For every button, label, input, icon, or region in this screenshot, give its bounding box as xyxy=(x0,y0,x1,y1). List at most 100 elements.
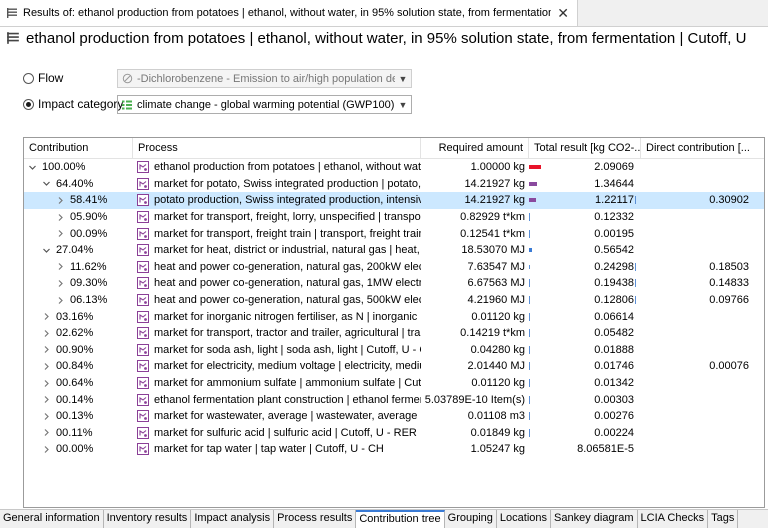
impact-radio-row[interactable]: Impact category xyxy=(23,94,123,114)
tab-inventory-results[interactable]: Inventory results xyxy=(104,510,192,528)
contribution-bar xyxy=(529,213,530,222)
process-cell: ethanol production from potatoes | ethan… xyxy=(133,161,421,174)
flow-label: Flow xyxy=(38,71,64,85)
contribution-cell: 05.90% xyxy=(24,211,133,223)
table-row[interactable]: 03.16% market for inorganic nitrogen fert… xyxy=(24,308,764,325)
header-process[interactable]: Process xyxy=(133,138,421,158)
total-result-cell: 0.00195 xyxy=(594,227,634,240)
chevron-right-icon[interactable] xyxy=(42,412,51,421)
chevron-right-icon[interactable] xyxy=(42,329,51,338)
tab-impact-analysis[interactable]: Impact analysis xyxy=(191,510,275,528)
chevron-right-icon[interactable] xyxy=(42,312,51,321)
table-row[interactable]: 00.13% market for wastewater, average | w… xyxy=(24,408,764,425)
tab-sankey-diagram[interactable]: Sankey diagram xyxy=(551,510,638,528)
table-row[interactable]: 00.84% market for electricity, medium vol… xyxy=(24,358,764,375)
process-cell: market for transport, tractor and traile… xyxy=(133,327,421,340)
process-icon xyxy=(137,310,149,323)
tab-grouping[interactable]: Grouping xyxy=(445,510,497,528)
process-cell: potato production, Swiss integrated prod… xyxy=(133,194,421,207)
impact-category-select[interactable]: climate change - global warming potentia… xyxy=(117,95,412,114)
total-result-cell: 0.00276 xyxy=(594,410,634,423)
tab-locations[interactable]: Locations xyxy=(497,510,552,528)
table-row[interactable]: 00.09% market for transport, freight trai… xyxy=(24,225,764,242)
chevron-down-icon[interactable] xyxy=(42,179,51,188)
chevron-down-icon[interactable] xyxy=(28,163,37,172)
process-icon xyxy=(137,227,149,240)
table-row[interactable]: 11.62% heat and power co-generation, natu… xyxy=(24,259,764,276)
contribution-cell: 58.41% xyxy=(24,194,133,206)
chevron-right-icon[interactable] xyxy=(42,379,51,388)
chevron-right-icon[interactable] xyxy=(56,213,65,222)
tab-contribution-tree[interactable]: Contribution tree xyxy=(356,510,445,528)
table-row[interactable]: 02.62% market for transport, tractor and … xyxy=(24,325,764,342)
table-row[interactable]: 00.90% market for soda ash, light | soda … xyxy=(24,342,764,359)
tab-tags[interactable]: Tags xyxy=(708,510,739,528)
contribution-cell: 03.16% xyxy=(24,311,133,323)
contribution-bar-cell xyxy=(529,248,543,253)
chevron-down-icon[interactable]: ▼ xyxy=(395,100,411,110)
chevron-down-icon[interactable] xyxy=(42,246,51,255)
table-row[interactable]: 58.41% potato production, Swiss integrate… xyxy=(24,192,764,209)
contribution-value: 58.41% xyxy=(70,194,108,207)
chevron-down-icon[interactable]: ▼ xyxy=(395,74,411,84)
chevron-right-icon[interactable] xyxy=(56,262,65,271)
contribution-value: 64.40% xyxy=(56,177,94,190)
header-total-result[interactable]: Total result [kg CO2-... xyxy=(529,138,641,158)
table-row[interactable]: 00.14% ethanol fermentation plant constru… xyxy=(24,391,764,408)
process-name: market for tap water | tap water | Cutof… xyxy=(154,443,384,456)
chevron-right-icon[interactable] xyxy=(42,428,51,437)
impact-radio[interactable] xyxy=(23,98,34,110)
chevron-right-icon[interactable] xyxy=(56,279,65,288)
process-cell: market for tap water | tap water | Cutof… xyxy=(133,443,421,456)
flow-select[interactable]: -Dichlorobenzene - Emission to air/high … xyxy=(117,69,412,88)
tab-general-information[interactable]: General information xyxy=(0,510,104,528)
close-icon[interactable]: ✕ xyxy=(557,5,569,22)
chevron-right-icon[interactable] xyxy=(42,362,51,371)
contribution-cell: 00.09% xyxy=(24,228,133,240)
chevron-right-icon[interactable] xyxy=(56,296,65,305)
chevron-right-icon[interactable] xyxy=(56,196,65,205)
chevron-right-icon[interactable] xyxy=(42,445,51,454)
contribution-tree-table[interactable]: Contribution Process Required amount Tot… xyxy=(23,137,765,508)
process-icon xyxy=(137,260,149,273)
contribution-bar xyxy=(529,329,530,338)
table-row[interactable]: 00.64% market for ammonium sulfate | ammo… xyxy=(24,375,764,392)
chevron-right-icon[interactable] xyxy=(56,229,65,238)
table-row[interactable]: 00.00% market for tap water | tap water |… xyxy=(24,441,764,458)
process-cell: ethanol fermentation plant construction … xyxy=(133,393,421,406)
tab-lcia-checks[interactable]: LCIA Checks xyxy=(638,510,709,528)
editor-tab-title: Results of: ethanol production from pota… xyxy=(23,7,552,19)
process-cell: market for electricity, medium voltage |… xyxy=(133,360,421,373)
flow-radio[interactable] xyxy=(23,72,34,84)
table-row[interactable]: 06.13% heat and power co-generation, natu… xyxy=(24,292,764,309)
contribution-bar xyxy=(529,248,532,253)
contribution-value: 00.14% xyxy=(56,393,94,406)
direct-contribution-cell: 0.30902 xyxy=(709,194,749,207)
table-row[interactable]: 27.04% market for heat, district or indus… xyxy=(24,242,764,259)
direct-marker xyxy=(635,262,636,271)
impact-category-value: climate change - global warming potentia… xyxy=(137,98,395,111)
chevron-right-icon[interactable] xyxy=(42,345,51,354)
table-row[interactable]: 05.90% market for transport, freight, lor… xyxy=(24,209,764,226)
total-result-cell: 1.22117 xyxy=(595,194,634,207)
process-icon xyxy=(137,410,149,423)
header-contribution[interactable]: Contribution xyxy=(24,138,133,158)
chevron-right-icon[interactable] xyxy=(42,395,51,404)
contribution-cell: 00.90% xyxy=(24,344,133,356)
table-row[interactable]: 09.30% heat and power co-generation, natu… xyxy=(24,275,764,292)
table-row[interactable]: 00.11% market for sulfuric acid | sulfuri… xyxy=(24,425,764,442)
table-body: 100.00% ethanol production from potatoes … xyxy=(24,159,764,458)
process-cell: market for sulfuric acid | sulfuric acid… xyxy=(133,426,421,439)
header-direct-contribution[interactable]: Direct contribution [... xyxy=(641,138,753,158)
table-row[interactable]: 100.00% ethanol production from potatoes … xyxy=(24,159,764,176)
header-required-amount[interactable]: Required amount xyxy=(421,138,529,158)
flow-radio-row[interactable]: Flow xyxy=(23,68,63,88)
editor-tab-results[interactable]: Results of: ethanol production from pota… xyxy=(0,0,578,26)
contribution-bar xyxy=(529,395,530,404)
process-name: heat and power co-generation, natural ga… xyxy=(154,277,421,290)
table-row[interactable]: 64.40% market for potato, Swiss integrate… xyxy=(24,176,764,193)
process-icon xyxy=(137,244,149,257)
contribution-bar xyxy=(529,296,530,305)
tab-process-results[interactable]: Process results xyxy=(274,510,357,528)
process-icon xyxy=(137,161,149,174)
